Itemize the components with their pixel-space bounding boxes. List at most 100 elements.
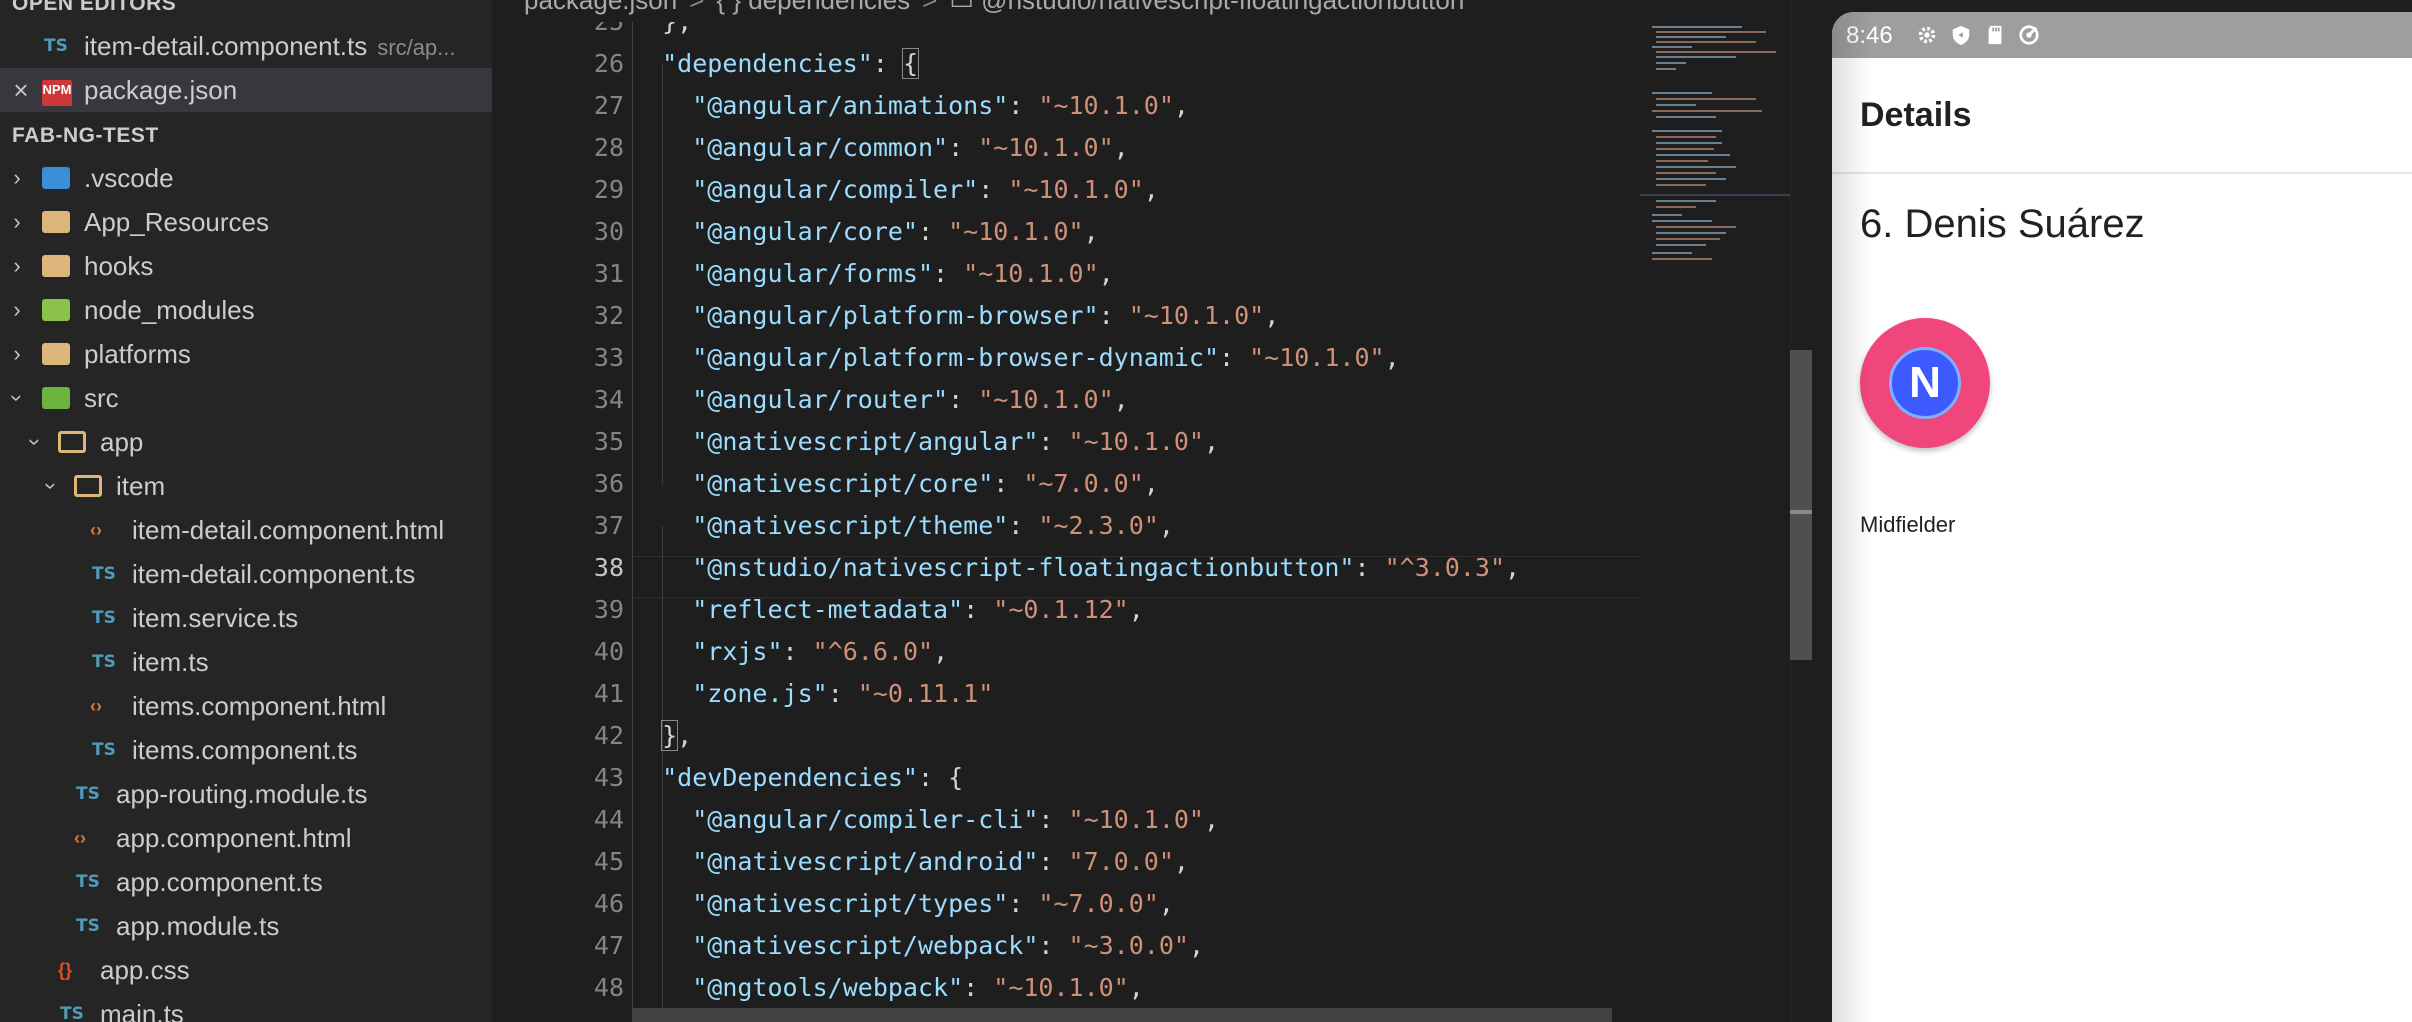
tree-file-item-detail-html[interactable]: ‹› item-detail.component.html (0, 508, 492, 552)
breadcrumb-separator: > (922, 0, 938, 15)
code-line[interactable]: }, (632, 715, 692, 757)
tree-label: app-routing.module.ts (116, 779, 368, 809)
line-number: 26 (593, 49, 624, 78)
chevron-down-icon: › (5, 394, 30, 402)
code-line[interactable]: "@angular/core": "~10.1.0", (632, 211, 1098, 253)
code-line[interactable]: "zone.js": "~0.11.1" (632, 673, 993, 715)
typescript-file-icon: TS (92, 740, 116, 760)
src-folder-icon (42, 387, 70, 409)
json-value: "~3.0.0" (1068, 931, 1189, 960)
code-line[interactable]: "@angular/platform-browser-dynamic": "~1… (632, 337, 1399, 379)
line-number: 35 (593, 427, 624, 456)
html-file-icon: ‹› (74, 828, 86, 848)
code-line[interactable]: "@nativescript/webpack": "~3.0.0", (632, 925, 1204, 967)
tree-label: src (84, 383, 119, 413)
breadcrumb-group[interactable]: dependencies (748, 0, 910, 15)
horizontal-scrollbar[interactable] (632, 1008, 1612, 1022)
json-key: "@angular/compiler-cli" (692, 805, 1039, 834)
typescript-file-icon: TS (92, 564, 116, 584)
gear-icon (1918, 26, 1936, 44)
code-line[interactable]: "@nativescript/theme": "~2.3.0", (632, 505, 1174, 547)
tree-file-app-module-ts[interactable]: TS app.module.ts (0, 904, 492, 948)
tree-folder-vscode[interactable]: › .vscode (0, 156, 492, 200)
json-key: "@nativescript/android" (692, 847, 1039, 876)
json-value: "~10.1.0" (978, 133, 1114, 162)
tree-file-app-component-ts[interactable]: TS app.component.ts (0, 860, 492, 904)
tree-folder-hooks[interactable]: › hooks (0, 244, 492, 288)
code-line[interactable]: "@nativescript/android": "7.0.0", (632, 841, 1189, 883)
close-icon[interactable]: × (10, 68, 32, 112)
android-emulator-screen[interactable]: 8:46 Details 6. Denis Suárez N Midfielde… (1832, 12, 2412, 1022)
tree-folder-app-resources[interactable]: › App_Resources (0, 200, 492, 244)
tree-folder-src[interactable]: › src (0, 376, 492, 420)
tree-label: platforms (84, 339, 191, 369)
tree-file-main-ts[interactable]: TS main.ts (0, 992, 492, 1022)
code-line[interactable]: "@ngtools/webpack": "~10.1.0", (632, 967, 1144, 1009)
tree-folder-node-modules[interactable]: › node_modules (0, 288, 492, 332)
tree-file-app-css[interactable]: {} app.css (0, 948, 492, 992)
tree-folder-platforms[interactable]: › platforms (0, 332, 492, 376)
code-line[interactable]: "@angular/platform-browser": "~10.1.0", (632, 295, 1279, 337)
json-value: "~10.1.0" (1068, 427, 1204, 456)
project-header[interactable]: FAB-NG-TEST (0, 114, 159, 158)
json-key: "@angular/platform-browser" (692, 301, 1099, 330)
code-line[interactable]: "@nativescript/types": "~7.0.0", (632, 883, 1174, 925)
code-line[interactable]: "@angular/compiler-cli": "~10.1.0", (632, 799, 1219, 841)
open-editor-item-detail-ts[interactable]: TS item-detail.component.ts src/ap... (0, 24, 492, 68)
screen-edge-shadow (1832, 12, 1872, 1022)
json-key: "@nativescript/core" (692, 469, 994, 498)
tree-label: item.service.ts (132, 603, 299, 633)
code-line-active[interactable]: "@nstudio/nativescript-floatingactionbut… (632, 547, 1520, 589)
explorer-sidebar: OPEN EDITORS TS item-detail.component.ts… (0, 0, 492, 1022)
tree-label: items.component.ts (132, 735, 358, 765)
code-line[interactable]: "@angular/compiler": "~10.1.0", (632, 169, 1159, 211)
code-line[interactable]: "rxjs": "^6.6.0", (632, 631, 948, 673)
code-line[interactable]: "@angular/forms": "~10.1.0", (632, 253, 1113, 295)
chevron-right-icon: › (13, 165, 21, 190)
line-number: 47 (593, 931, 624, 960)
json-key: "@nstudio/nativescript-floatingactionbut… (692, 553, 1355, 582)
page-title: Details (1860, 96, 1972, 134)
tree-file-items-component-html[interactable]: ‹› items.component.html (0, 684, 492, 728)
line-number-active: 38 (593, 553, 624, 582)
open-editors-header[interactable]: OPEN EDITORS (0, 0, 176, 26)
tree-folder-item[interactable]: › item (0, 464, 492, 508)
code-line[interactable]: "@angular/animations": "~10.1.0", (632, 85, 1189, 127)
line-number: 34 (593, 385, 624, 414)
line-number: 33 (593, 343, 624, 372)
tree-folder-app[interactable]: › app (0, 420, 492, 464)
tree-file-item-service-ts[interactable]: TS item.service.ts (0, 596, 492, 640)
code-line[interactable]: "devDependencies": { (632, 757, 963, 799)
minimap[interactable] (1640, 22, 1790, 1022)
json-key: "@nativescript/angular" (692, 427, 1039, 456)
tree-file-app-component-html[interactable]: ‹› app.component.html (0, 816, 492, 860)
open-editor-package-json[interactable]: × NPM package.json (0, 68, 492, 112)
floating-action-button[interactable]: N (1860, 318, 1990, 448)
code-line[interactable]: "dependencies": { (632, 43, 920, 85)
breadcrumb-file[interactable]: package.json (524, 0, 677, 15)
code-line[interactable]: "@nativescript/angular": "~10.1.0", (632, 421, 1219, 463)
code-line[interactable]: "@angular/common": "~10.1.0", (632, 127, 1129, 169)
code-line[interactable]: "@nativescript/core": "~7.0.0", (632, 463, 1159, 505)
nativescript-logo-icon: N (1889, 347, 1961, 419)
tree-file-item-ts[interactable]: TS item.ts (0, 640, 492, 684)
code-line[interactable]: "@angular/router": "~10.1.0", (632, 379, 1129, 421)
tree-file-items-component-ts[interactable]: TS items.component.ts (0, 728, 492, 772)
json-value: "7.0.0" (1068, 847, 1174, 876)
tree-label: items.component.html (132, 691, 387, 721)
json-value: "~10.1.0" (1249, 343, 1385, 372)
line-number: 43 (593, 763, 624, 792)
vertical-scrollbar-thumb[interactable] (1790, 350, 1812, 660)
tree-label: item-detail.component.html (132, 515, 445, 545)
code-line[interactable]: }, (632, 22, 692, 43)
breadcrumb-item[interactable]: @nstudio/nativescript-floatingactionbutt… (981, 0, 1464, 15)
tree-file-app-routing-ts[interactable]: TS app-routing.module.ts (0, 772, 492, 816)
json-property-icon: ▭ (949, 0, 974, 15)
folder-open-icon (74, 475, 102, 497)
code-editor[interactable]: 25 26 27 28 29 30 31 32 33 34 35 36 37 3… (492, 22, 1640, 1022)
typescript-file-icon: TS (76, 784, 100, 804)
tree-file-item-detail-ts[interactable]: TS item-detail.component.ts (0, 552, 492, 596)
json-value: "~10.1.0" (1068, 805, 1204, 834)
tree-label: main.ts (100, 999, 184, 1022)
code-line[interactable]: "reflect-metadata": "~0.1.12", (632, 589, 1144, 631)
